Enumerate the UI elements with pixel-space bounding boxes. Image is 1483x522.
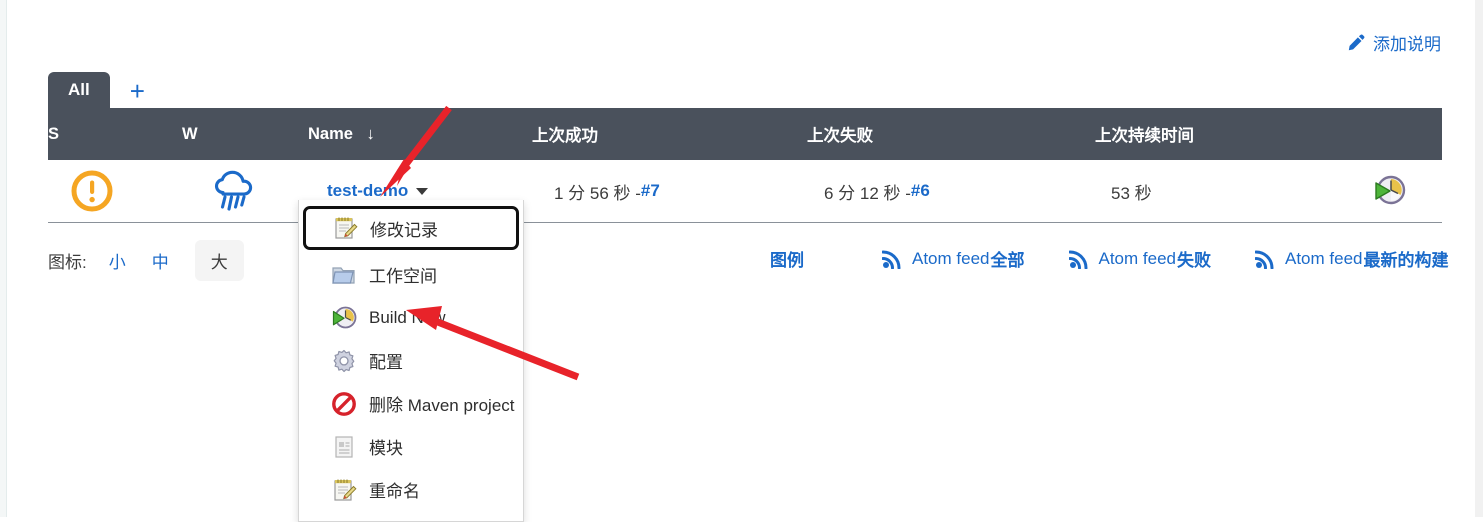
column-header-name[interactable]: Name ↓ xyxy=(308,125,532,144)
job-last-duration-cell: 53 秒 xyxy=(1111,183,1152,203)
page-root: 添加说明 All + S W Name ↓ 上次成功 上次失败 上次持续时间 t… xyxy=(0,0,1483,522)
menu-item-workspace[interactable]: 工作空间 xyxy=(299,253,523,296)
menu-item-workspace-label: 工作空间 xyxy=(369,267,437,286)
last-success-time: 1 分 56 秒 - xyxy=(554,183,641,203)
atom-feed-failed-link[interactable]: Atom feed 失败 xyxy=(1068,246,1211,271)
icon-size-small[interactable]: 小 xyxy=(109,248,126,273)
rss-icon xyxy=(1254,248,1276,270)
menu-item-changes-label: 修改记录 xyxy=(370,220,438,240)
menu-item-configure-label: 配置 xyxy=(369,353,403,372)
menu-item-delete-project-label: 删除 Maven project xyxy=(369,396,515,415)
page-right-edge xyxy=(1475,0,1483,517)
job-context-menu: 修改记录 工作空间 Build Now 配置 删除 Maven project … xyxy=(298,200,524,522)
menu-item-modules-label: 模块 xyxy=(369,439,403,458)
build-now-clock-icon xyxy=(331,305,357,331)
gear-icon xyxy=(331,348,357,374)
notepad-pencil-icon xyxy=(332,215,358,241)
rss-icon xyxy=(1068,248,1090,270)
atom-feed-all-suffix: 全部 xyxy=(990,251,1025,270)
table-row: test-demo 1 分 56 秒 - #7 6 分 12 秒 - #6 53… xyxy=(48,160,1442,223)
warning-circle-icon[interactable] xyxy=(70,169,114,213)
chevron-down-icon[interactable] xyxy=(416,187,429,195)
atom-feed-failed-prefix: Atom feed xyxy=(1098,248,1177,268)
atom-feed-all-prefix: Atom feed xyxy=(912,248,990,268)
menu-item-build-now-label: Build Now xyxy=(369,307,446,327)
atom-feed-latest-suffix: 最新的构建 xyxy=(1363,251,1449,270)
menu-item-configure[interactable]: 配置 xyxy=(299,339,523,382)
icon-size-large[interactable]: 大 xyxy=(194,240,244,281)
job-status-cell xyxy=(48,169,182,213)
column-header-name-label: Name xyxy=(308,124,353,143)
icon-size-label: 图标: xyxy=(48,253,87,272)
add-view-button[interactable]: + xyxy=(110,78,145,108)
add-description-label: 添加说明 xyxy=(1373,35,1441,54)
last-success-build-link[interactable]: #7 xyxy=(641,181,660,201)
atom-feed-latest-prefix: Atom feed xyxy=(1285,248,1363,268)
column-header-last-duration[interactable]: 上次持续时间 xyxy=(1095,122,1335,146)
job-name-cell: test-demo xyxy=(308,181,532,201)
job-last-success-cell: 1 分 56 秒 - #7 xyxy=(532,179,807,204)
notepad-pencil-icon xyxy=(331,477,357,503)
job-link-test-demo[interactable]: test-demo xyxy=(327,181,408,201)
atom-feed-failed-suffix: 失败 xyxy=(1177,251,1211,270)
tab-all[interactable]: All xyxy=(48,72,110,108)
view-tabbar: All + xyxy=(48,66,145,108)
delete-forbidden-icon xyxy=(331,391,357,417)
rainy-cloud-icon[interactable] xyxy=(210,169,258,213)
icon-size-selector: 图标: 小 中 大 xyxy=(48,240,244,281)
menu-item-changes[interactable]: 修改记录 xyxy=(303,206,519,250)
last-failure-time: 6 分 12 秒 - xyxy=(824,183,911,203)
column-header-status[interactable]: S xyxy=(48,125,182,144)
last-failure-build-link[interactable]: #6 xyxy=(911,181,930,201)
job-build-cell xyxy=(1335,174,1442,208)
document-module-icon xyxy=(331,434,357,460)
menu-item-delete-project[interactable]: 删除 Maven project xyxy=(299,382,523,425)
column-header-weather[interactable]: W xyxy=(182,125,308,144)
job-weather-cell xyxy=(182,169,308,213)
rss-icon xyxy=(881,248,903,270)
jobs-table: S W Name ↓ 上次成功 上次失败 上次持续时间 test-demo 1 … xyxy=(48,108,1442,223)
menu-item-build-now[interactable]: Build Now xyxy=(299,296,523,339)
sort-desc-icon: ↓ xyxy=(366,124,375,143)
menu-item-modules[interactable]: 模块 xyxy=(299,425,523,468)
atom-feed-latest-link[interactable]: Atom feed 最新的构建 xyxy=(1254,246,1449,271)
atom-feed-all-link[interactable]: Atom feed 全部 xyxy=(881,246,1025,271)
feeds-row: 图例 Atom feed 全部 Atom feed 失败 Atom feed 最… xyxy=(770,246,1449,271)
build-now-clock-icon[interactable] xyxy=(1372,174,1406,208)
menu-item-rename-label: 重命名 xyxy=(369,482,420,501)
table-header-row: S W Name ↓ 上次成功 上次失败 上次持续时间 xyxy=(48,108,1442,160)
page-left-edge xyxy=(0,0,7,517)
menu-item-rename[interactable]: 重命名 xyxy=(299,468,523,511)
pencil-icon xyxy=(1346,33,1366,53)
legend-link[interactable]: 图例 xyxy=(770,246,804,271)
icon-size-medium[interactable]: 中 xyxy=(152,248,169,273)
job-last-failure-cell: 6 分 12 秒 - #6 xyxy=(807,179,1095,204)
column-header-last-success[interactable]: 上次成功 xyxy=(532,122,807,146)
add-description-link[interactable]: 添加说明 xyxy=(1346,30,1441,55)
column-header-last-failure[interactable]: 上次失败 xyxy=(807,122,1095,146)
folder-icon xyxy=(331,262,357,288)
